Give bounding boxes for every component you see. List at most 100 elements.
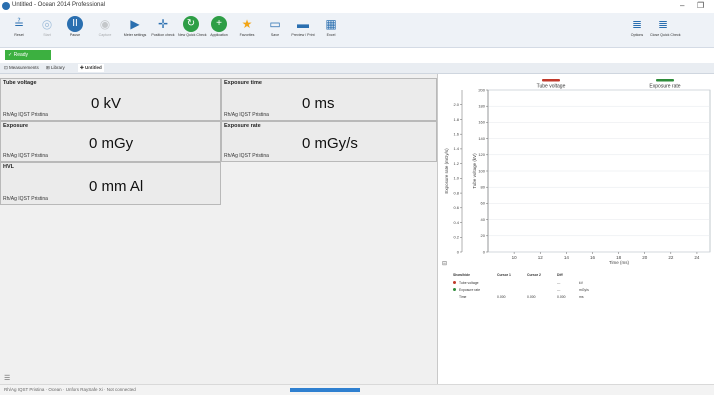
y-left-tick-label: 2.0 bbox=[453, 102, 459, 107]
document-tabs: ⊡ Measurements ⊞ Library ✚ Untitled bbox=[0, 63, 714, 74]
hvl-card[interactable]: HVL 0 mm Al Rh/Ag IQST Pristina bbox=[0, 162, 221, 205]
ribbon-toolbar: ≟ Reset ◎ Start II Pause ◉ Capture ▶ Meter settin… bbox=[0, 13, 714, 48]
reset-button[interactable]: ≟ Reset bbox=[6, 15, 32, 45]
app-icon bbox=[2, 2, 10, 10]
progress-bar bbox=[290, 388, 360, 392]
connection-info: Rh/Ag IQST Pristina · Ocean · Unfors Ray… bbox=[4, 387, 136, 392]
ribbon-label: Options bbox=[630, 33, 644, 37]
card-caption: Exposure rate bbox=[224, 123, 261, 129]
legend-label: Exposure rate bbox=[649, 84, 680, 90]
y-left-tick-label: 1.4 bbox=[453, 146, 459, 151]
card-value: 0 mm Al bbox=[89, 178, 144, 195]
application-icon: + bbox=[211, 16, 227, 32]
exposure-rate-card[interactable]: Exposure rate 0 mGy/s Rh/Ag IQST Pristin… bbox=[221, 121, 437, 162]
cursor-table-row[interactable]: Time 0.000 0.000 0.000 ms bbox=[453, 295, 643, 301]
cursor-table-row[interactable]: Tube voltage --- kV bbox=[453, 281, 643, 287]
x-tick-label: 14 bbox=[564, 255, 570, 260]
legend-swatch bbox=[656, 79, 674, 82]
hamburger-menu-icon[interactable]: ☰ bbox=[4, 374, 10, 382]
ribbon-label: Pause bbox=[69, 33, 81, 37]
column-header: Cursor 1 bbox=[497, 273, 511, 277]
options-button[interactable]: ≣ Options bbox=[624, 15, 650, 45]
close-quick-check-button[interactable]: ≣ Close Quick Check bbox=[650, 15, 681, 45]
options-icon: ≣ bbox=[631, 17, 643, 31]
card-value: 0 mGy/s bbox=[302, 135, 358, 152]
waveform-panel: 0 20 40 60 80 100 120 140 160 180 200 0 0.2 0.4 0.6 0.8… bbox=[438, 74, 714, 384]
y-right-tick-label: 40 bbox=[481, 217, 486, 222]
waveform-chart[interactable]: 0 20 40 60 80 100 120 140 160 180 200 0 0.2 0.4 0.6 0.8… bbox=[438, 76, 714, 266]
ribbon-label: Position check bbox=[151, 33, 175, 37]
legend-label: Tube voltage bbox=[537, 84, 566, 90]
meter-settings-icon: ▶ bbox=[130, 17, 140, 31]
y-left-tick-label: 0.4 bbox=[453, 220, 459, 225]
y-right-tick-label: 0 bbox=[483, 249, 486, 254]
capture-icon: ◉ bbox=[99, 17, 111, 31]
meter-settings-button[interactable]: ▶ Meter settings bbox=[122, 15, 148, 45]
ribbon-label: Meter settings bbox=[123, 33, 147, 37]
x-axis-label: Time (ms) bbox=[609, 260, 630, 265]
x-tick-label: 16 bbox=[590, 255, 596, 260]
y-left-tick-label: 1.2 bbox=[453, 161, 459, 166]
excel-button[interactable]: ▦ Excel bbox=[318, 15, 344, 45]
cell-c2: 0.000 bbox=[527, 295, 536, 299]
series-dot-icon[interactable] bbox=[453, 281, 456, 284]
start-button[interactable]: ◎ Start bbox=[34, 15, 60, 45]
save-button[interactable]: ▭ Save bbox=[262, 15, 288, 45]
cell-diff: --- bbox=[557, 281, 561, 285]
y-left-axis-label: Exposure rate (mGy/s) bbox=[444, 148, 449, 194]
y-right-tick-label: 80 bbox=[481, 185, 486, 190]
card-caption: Tube voltage bbox=[3, 80, 37, 86]
tab-untitled[interactable]: ✚ Untitled bbox=[78, 64, 104, 72]
tab-measurements[interactable]: ⊡ Measurements bbox=[2, 64, 41, 72]
table-toggle-icon[interactable]: ⊟ bbox=[442, 260, 447, 267]
y-right-tick-label: 20 bbox=[481, 233, 486, 238]
cell-unit: mGy/s bbox=[579, 288, 589, 292]
card-footer: Rh/Ag IQST Pristina bbox=[3, 196, 48, 202]
close-quick-check-icon: ≣ bbox=[657, 17, 669, 31]
ribbon-label: Start bbox=[43, 33, 51, 37]
title-bar: Untitled - Ocean 2014 Professional – ❐ bbox=[0, 0, 714, 13]
card-footer: Rh/Ag IQST Pristina bbox=[3, 153, 48, 159]
exposure-card[interactable]: Exposure 0 mGy Rh/Ag IQST Pristina bbox=[0, 121, 221, 162]
restore-icon[interactable]: ❐ bbox=[697, 1, 704, 11]
y-right-tick-label: 160 bbox=[478, 120, 485, 125]
minimize-icon[interactable]: – bbox=[680, 1, 684, 11]
ribbon-label: Save bbox=[270, 33, 280, 37]
cell-diff: 0.000 bbox=[557, 295, 566, 299]
card-footer: Rh/Ag IQST Pristina bbox=[224, 153, 269, 159]
new-quick-check-button[interactable]: ↻ New Quick Check bbox=[178, 15, 207, 45]
y-right-tick-label: 120 bbox=[478, 152, 485, 157]
cell-unit: kV bbox=[579, 281, 583, 285]
y-right-tick-label: 200 bbox=[478, 87, 485, 92]
ribbon-label: New Quick Check bbox=[178, 33, 207, 37]
application-button[interactable]: + Application bbox=[206, 15, 232, 45]
tube-voltage-card[interactable]: Tube voltage 0 kV Rh/Ag IQST Pristina bbox=[0, 78, 221, 121]
card-footer: Rh/Ag IQST Pristina bbox=[3, 112, 48, 118]
capture-button[interactable]: ◉ Capture bbox=[92, 15, 118, 45]
preview-print-icon: ▬ bbox=[297, 17, 309, 31]
exposure-time-card[interactable]: Exposure time 0 ms Rh/Ag IQST Pristina bbox=[221, 78, 437, 121]
y-left-tick-label: 1.6 bbox=[453, 131, 459, 136]
cursor-table-header: Show/hide Cursor 1 Cursor 2 Diff bbox=[453, 273, 643, 279]
preview-print-button[interactable]: ▬ Preview / Print bbox=[290, 15, 316, 45]
cursor-table-row[interactable]: Exposure rate --- mGy/s bbox=[453, 288, 643, 294]
series-dot-icon[interactable] bbox=[453, 288, 456, 291]
x-tick-label: 22 bbox=[668, 255, 674, 260]
ribbon-label: Application bbox=[210, 33, 228, 37]
ribbon-label: Reset bbox=[14, 33, 24, 37]
y-left-tick-label: 0 bbox=[457, 249, 460, 254]
y-left-tick-label: 1.8 bbox=[453, 117, 459, 122]
tab-library[interactable]: ⊞ Library bbox=[44, 64, 67, 72]
pause-button[interactable]: II Pause bbox=[62, 15, 88, 45]
cell-diff: --- bbox=[557, 288, 561, 292]
favorites-button[interactable]: ★ Favorites bbox=[234, 15, 260, 45]
legend-swatch bbox=[542, 79, 560, 82]
card-value: 0 ms bbox=[302, 95, 335, 112]
x-tick-label: 20 bbox=[642, 255, 648, 260]
cell-label: Tube voltage bbox=[459, 281, 479, 285]
ribbon-label: Close Quick Check bbox=[650, 33, 681, 37]
ribbon-label: Excel bbox=[326, 33, 336, 37]
position-check-button[interactable]: ✛ Position check bbox=[150, 15, 176, 45]
x-tick-label: 10 bbox=[512, 255, 518, 260]
measurement-panel: Tube voltage 0 kV Rh/Ag IQST Pristina Ex… bbox=[0, 74, 438, 384]
